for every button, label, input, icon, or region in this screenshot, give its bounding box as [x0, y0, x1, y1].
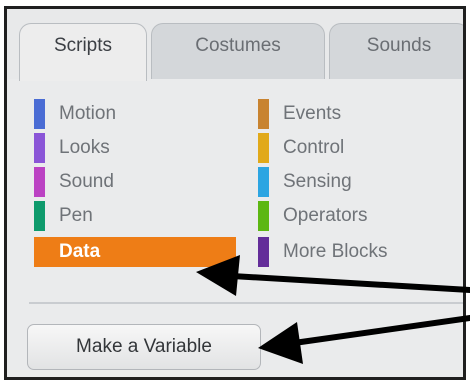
category-events[interactable]: Events: [258, 99, 341, 129]
category-label: Sensing: [283, 171, 352, 192]
scripts-palette-window: Scripts Costumes Sounds Motion Looks Sou…: [4, 6, 466, 380]
category-data[interactable]: Data: [34, 237, 236, 267]
category-label: Pen: [59, 205, 93, 226]
category-label: Control: [283, 137, 345, 158]
category-label: Motion: [59, 103, 117, 124]
category-label: Data: [59, 241, 101, 262]
pen-color-swatch: [34, 201, 45, 231]
category-sound[interactable]: Sound: [34, 167, 114, 197]
category-label: Sound: [59, 171, 114, 192]
category-motion[interactable]: Motion: [34, 99, 116, 129]
category-control[interactable]: Control: [258, 133, 344, 163]
more-blocks-color-swatch: [258, 237, 269, 267]
motion-color-swatch: [34, 99, 45, 129]
category-more-blocks[interactable]: More Blocks: [258, 237, 388, 267]
tab-bar: Scripts Costumes Sounds: [7, 9, 463, 81]
category-pen[interactable]: Pen: [34, 201, 93, 231]
category-sensing[interactable]: Sensing: [258, 167, 352, 197]
looks-color-swatch: [34, 133, 45, 163]
make-a-variable-button[interactable]: Make a Variable: [27, 324, 261, 370]
control-color-swatch: [258, 133, 269, 163]
category-label: More Blocks: [283, 241, 388, 262]
category-operators[interactable]: Operators: [258, 201, 367, 231]
sound-color-swatch: [34, 167, 45, 197]
category-looks[interactable]: Looks: [34, 133, 110, 163]
palette-divider: [29, 302, 463, 304]
tab-costumes[interactable]: Costumes: [151, 23, 325, 79]
category-label: Events: [283, 103, 342, 124]
tab-scripts[interactable]: Scripts: [19, 23, 147, 81]
block-categories-panel: Motion Looks Sound Pen Data Events Contr…: [7, 79, 463, 377]
events-color-swatch: [258, 99, 269, 129]
operators-color-swatch: [258, 201, 269, 231]
category-label: Operators: [283, 205, 368, 226]
tab-sounds[interactable]: Sounds: [329, 23, 463, 79]
category-label: Looks: [59, 137, 110, 158]
sensing-color-swatch: [258, 167, 269, 197]
